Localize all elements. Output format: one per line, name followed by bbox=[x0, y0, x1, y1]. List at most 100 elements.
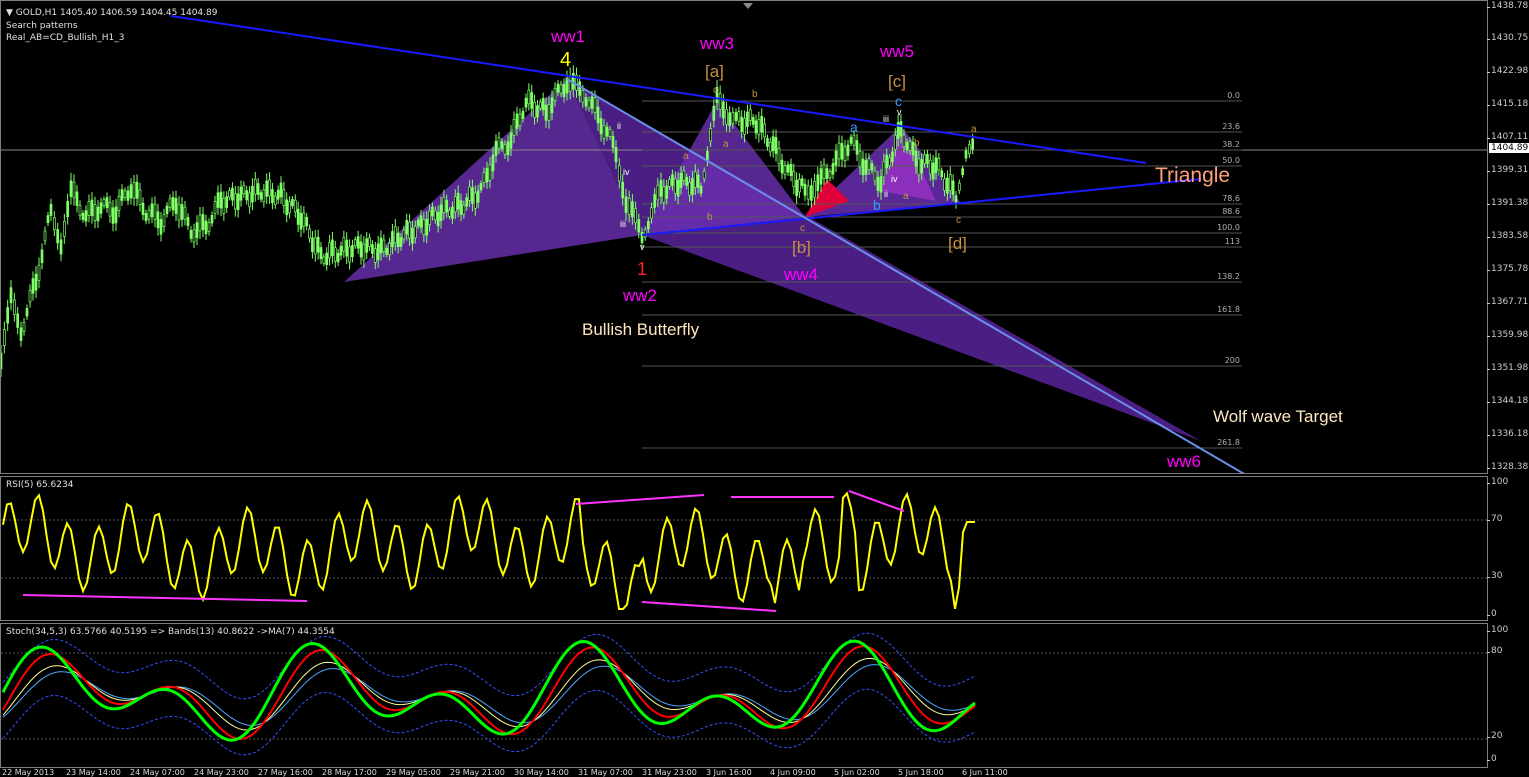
candle-body bbox=[99, 202, 103, 214]
candle-body bbox=[1, 352, 3, 370]
candle-body bbox=[141, 202, 145, 215]
candle-body bbox=[971, 138, 975, 150]
candle-body bbox=[359, 241, 363, 258]
candle-body bbox=[425, 218, 429, 236]
candle-body bbox=[171, 197, 175, 211]
candle-body bbox=[876, 176, 880, 191]
minor-label-c-a: c bbox=[713, 85, 718, 96]
candle-body bbox=[111, 207, 115, 224]
price-chart-canvas[interactable] bbox=[1, 1, 1488, 474]
candle-body bbox=[530, 92, 534, 109]
candle-body bbox=[786, 164, 790, 173]
candle-body bbox=[62, 221, 66, 237]
chart-symbol-ohlc: ▼ GOLD,H1 1405.40 1406.59 1404.45 1404.8… bbox=[6, 8, 217, 18]
candle-body bbox=[201, 214, 205, 230]
candle-body bbox=[428, 210, 431, 226]
candle-body bbox=[541, 97, 545, 111]
candle-body bbox=[46, 215, 50, 224]
candle-body bbox=[665, 185, 669, 199]
candle-body bbox=[348, 246, 351, 263]
candle-body bbox=[402, 229, 406, 240]
candle-body bbox=[43, 230, 47, 241]
wave-label-ww2: ww2 bbox=[623, 286, 658, 305]
candle-body bbox=[213, 201, 217, 214]
candle-body bbox=[768, 141, 772, 153]
candle-body bbox=[673, 178, 677, 194]
candle-body bbox=[362, 243, 366, 261]
candle-body bbox=[351, 245, 354, 258]
candle-body bbox=[743, 118, 746, 135]
wolf-wave-target-label: Wolf wave Target bbox=[1213, 407, 1343, 426]
candle-body bbox=[476, 190, 480, 203]
candle-body bbox=[506, 141, 510, 156]
price-axis-label: 1391.38 bbox=[1486, 198, 1529, 208]
candle-body bbox=[590, 96, 594, 109]
candle-body bbox=[891, 151, 894, 163]
candle-body bbox=[902, 134, 906, 148]
candle-body bbox=[189, 229, 193, 239]
candle-body bbox=[611, 135, 615, 148]
candle-body bbox=[313, 237, 317, 255]
candle-body bbox=[319, 247, 323, 260]
candle-body bbox=[780, 159, 784, 174]
price-chart-pane[interactable]: ▼ GOLD,H1 1405.40 1406.59 1404.45 1404.8… bbox=[0, 0, 1488, 474]
bullish-butterfly-label: Bullish Butterfly bbox=[582, 320, 700, 339]
fib-level-label: 138.2 bbox=[1217, 272, 1240, 281]
rsi-axis-70: 70 bbox=[1486, 514, 1503, 524]
butterfly-leg-bd bbox=[567, 79, 1201, 441]
candle-body bbox=[75, 191, 79, 206]
candle-body bbox=[365, 238, 369, 253]
candle-body bbox=[40, 249, 44, 264]
candle-body bbox=[204, 220, 208, 234]
candle-body bbox=[78, 204, 82, 216]
candle-body bbox=[345, 239, 349, 257]
wave-label-a-bracket: [a] bbox=[705, 62, 724, 81]
candle-body bbox=[679, 172, 683, 188]
candle-body bbox=[637, 219, 641, 233]
candle-body bbox=[231, 187, 234, 201]
candle-body bbox=[279, 182, 283, 198]
candle-body bbox=[559, 84, 563, 94]
rsi-divergence-5 bbox=[641, 601, 777, 612]
wave-label-ww6: ww6 bbox=[1167, 452, 1202, 471]
candle-body bbox=[562, 84, 566, 98]
time-axis-label: 23 May 14:00 bbox=[66, 768, 121, 777]
candle-body bbox=[524, 97, 528, 108]
candle-body bbox=[920, 159, 924, 174]
candle-body bbox=[908, 141, 912, 151]
candle-body bbox=[659, 180, 663, 197]
minor-label-c-d: c bbox=[956, 215, 961, 226]
candle-body bbox=[825, 168, 829, 179]
triangle-label: Triangle bbox=[1155, 164, 1231, 187]
candle-body bbox=[471, 187, 474, 204]
stoch-axis-0: 0 bbox=[1487, 754, 1497, 764]
candle-body bbox=[165, 205, 169, 215]
time-axis-label: 31 May 23:00 bbox=[642, 768, 697, 777]
candle-body bbox=[964, 150, 968, 159]
candle-body bbox=[436, 211, 440, 227]
rsi-canvas[interactable] bbox=[1, 477, 1488, 621]
candle-body bbox=[162, 214, 166, 227]
candle-body bbox=[822, 164, 826, 179]
stochastic-pane[interactable]: Stoch(34,5,3) 63.5766 40.5195 => Bands(1… bbox=[0, 623, 1488, 768]
candle-body bbox=[870, 163, 874, 171]
minor-label-a-2: a bbox=[723, 139, 729, 150]
collapse-arrow-icon[interactable] bbox=[743, 3, 753, 9]
rsi-pane[interactable]: RSI(5) 65.6234 bbox=[0, 476, 1488, 621]
candle-body bbox=[159, 219, 163, 235]
price-axis[interactable]: 1438.78 1430.75 1422.98 1415.18 1407.11 1399.… bbox=[1486, 0, 1529, 474]
candle-body bbox=[445, 200, 449, 213]
candle-body bbox=[331, 239, 334, 257]
candle-body bbox=[9, 287, 13, 304]
candle-body bbox=[882, 160, 886, 178]
time-axis-label: 28 May 17:00 bbox=[322, 768, 377, 777]
stochastic-canvas[interactable] bbox=[1, 624, 1488, 768]
candle-body bbox=[456, 192, 460, 210]
candle-body bbox=[419, 215, 423, 228]
candle-body bbox=[293, 199, 297, 213]
candle-body bbox=[49, 203, 53, 216]
minor-label-a-a: a bbox=[683, 151, 689, 162]
candle-body bbox=[479, 183, 483, 191]
minor-label-c-b: c bbox=[800, 223, 805, 234]
wave-label-d-bracket: [d] bbox=[948, 234, 967, 253]
